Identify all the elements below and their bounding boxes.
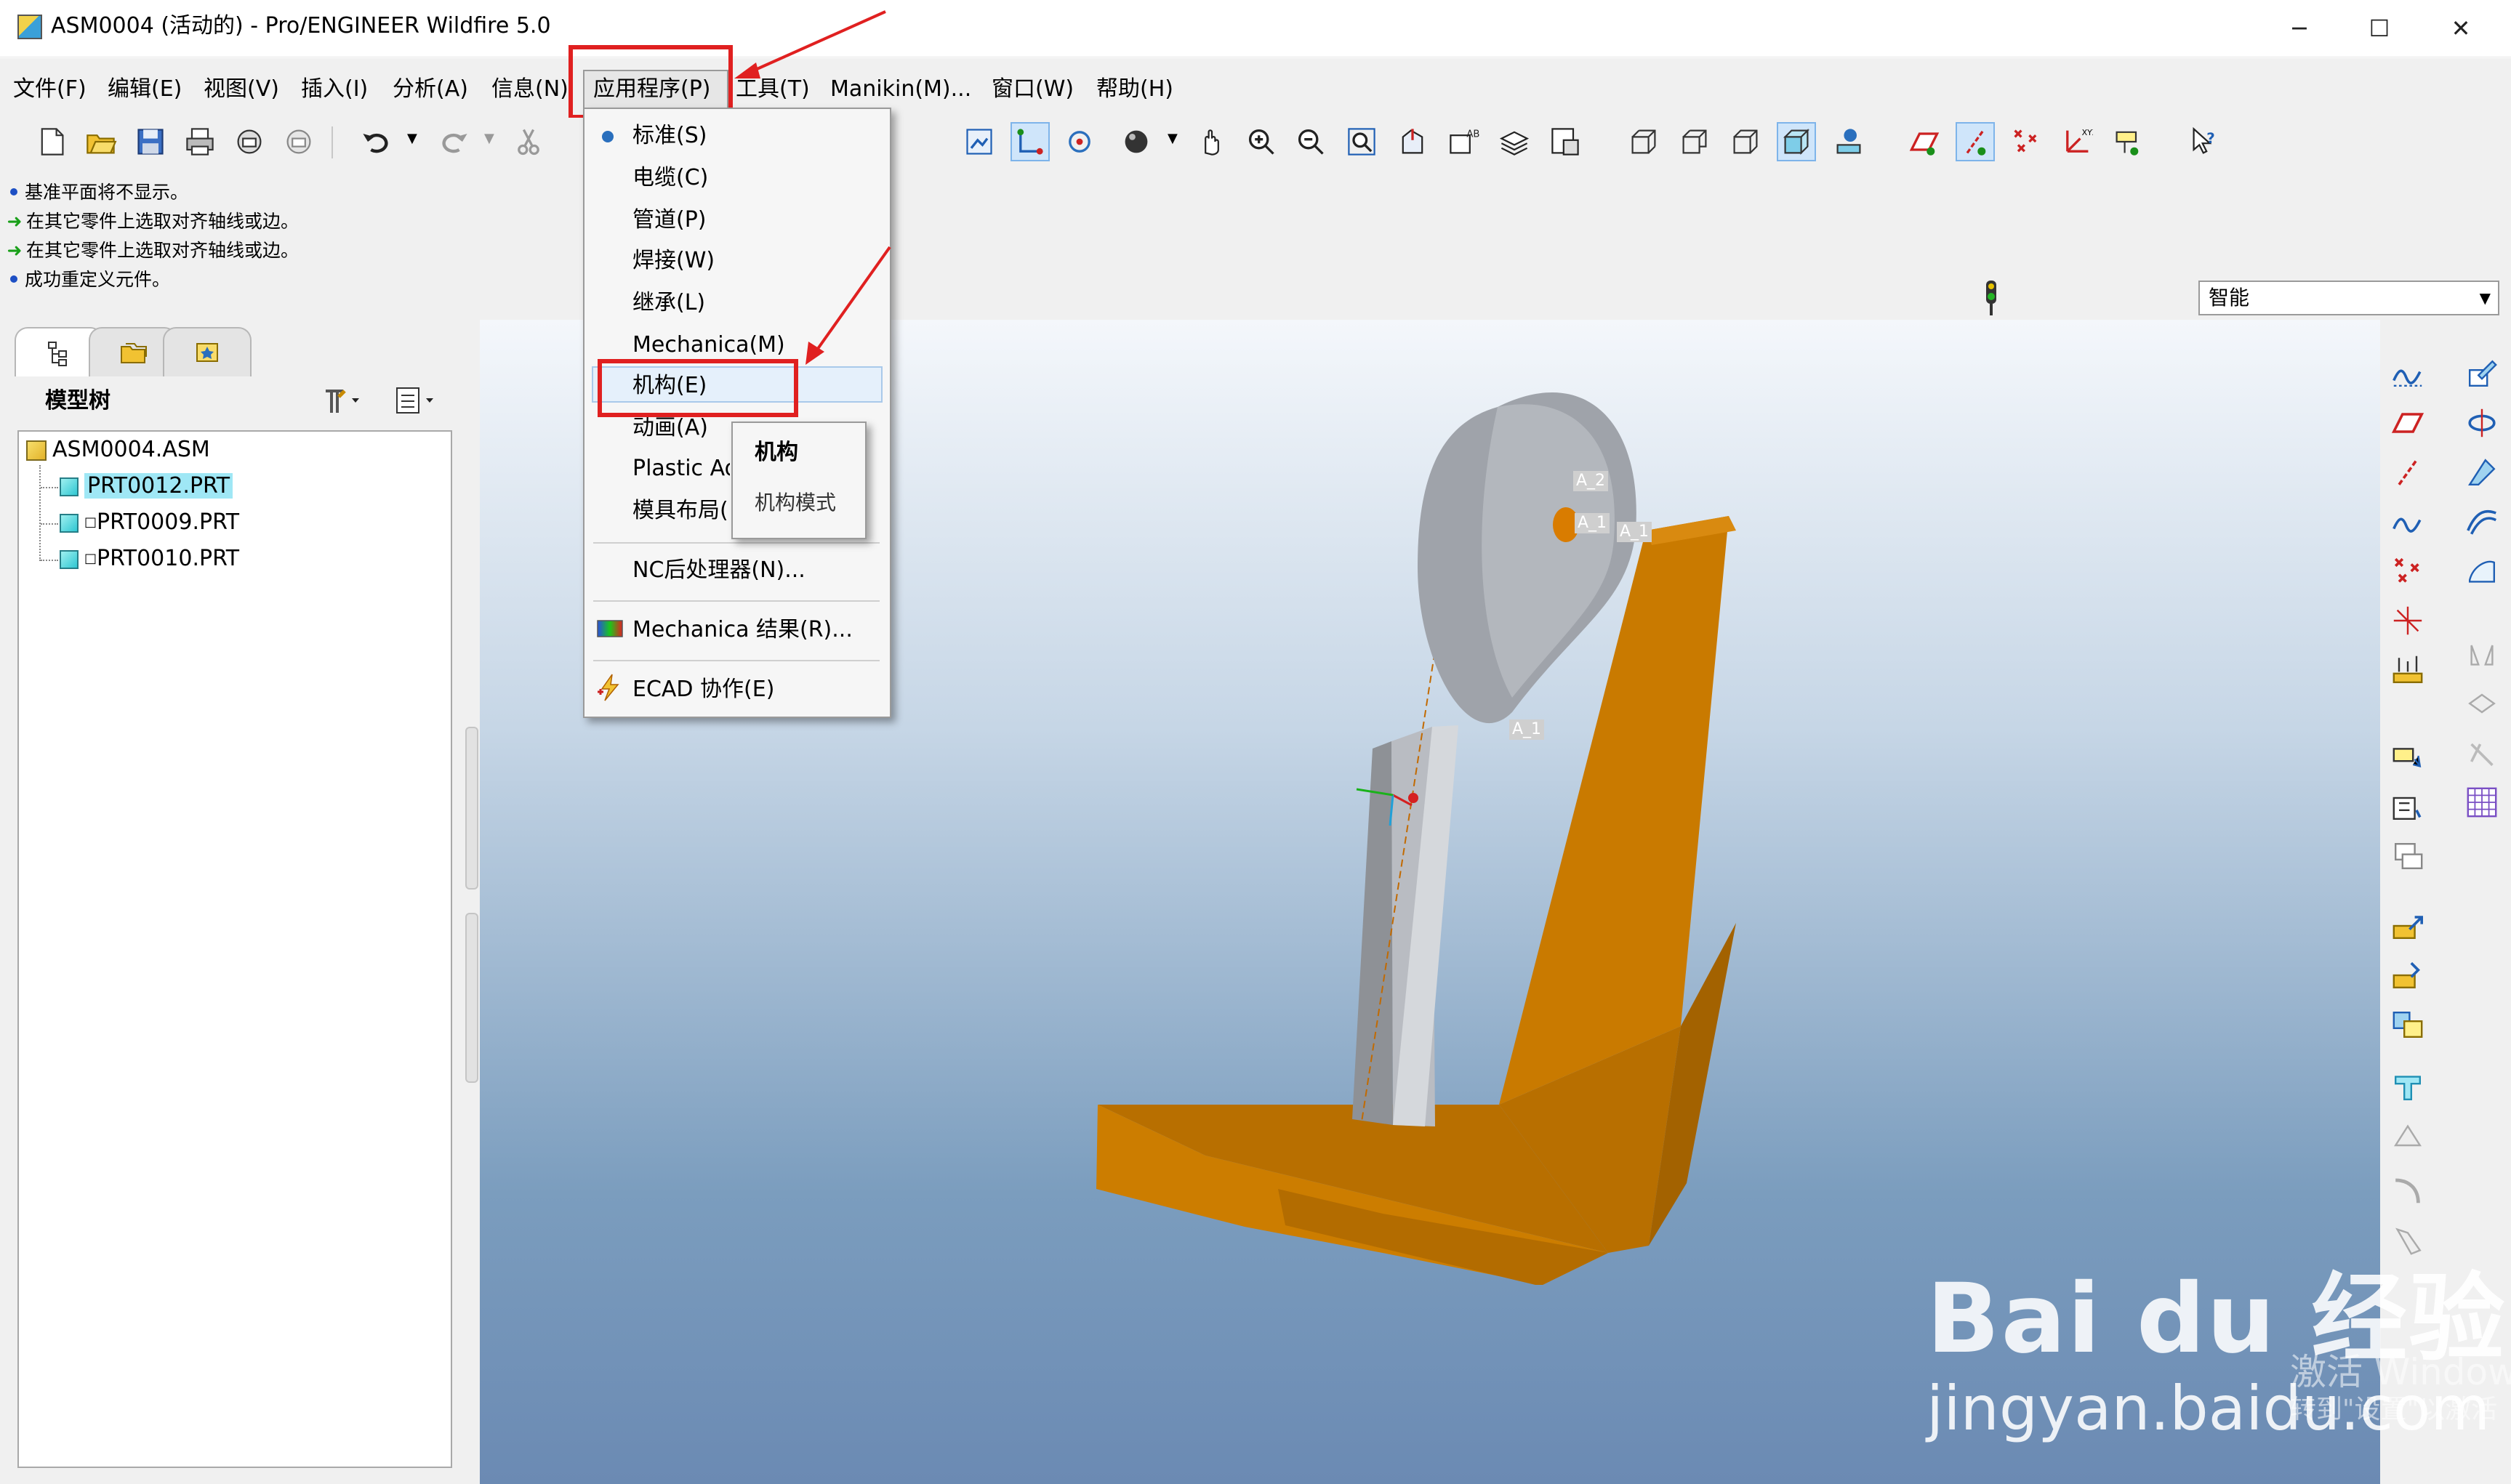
annotation-arrow	[748, 10, 886, 74]
arrow-head	[734, 62, 760, 78]
windows-activation-hint: 转到"设置"以激活	[2290, 1395, 2498, 1424]
annotation-arrow	[814, 246, 891, 353]
annotation-arrows	[734, 10, 891, 365]
